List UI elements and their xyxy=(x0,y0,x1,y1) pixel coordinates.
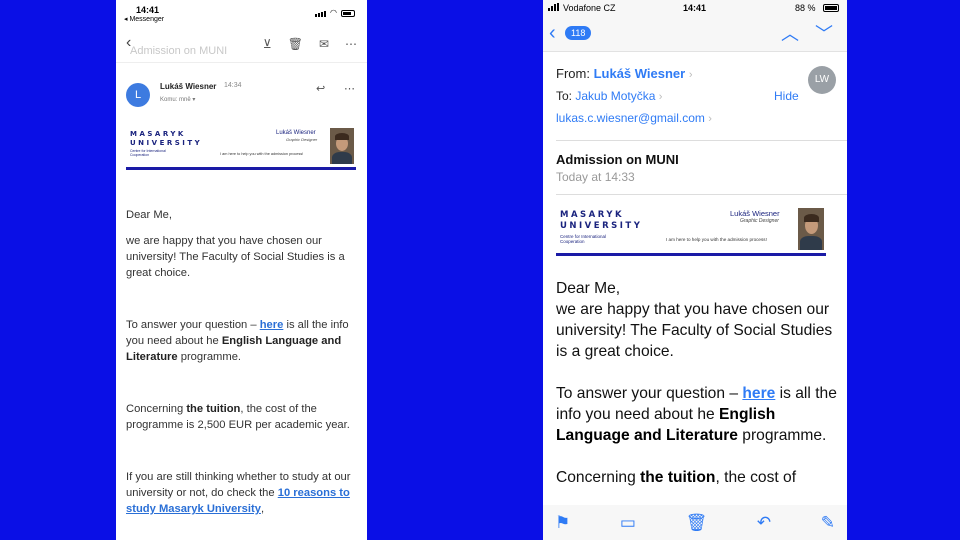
hide-button[interactable]: Hide xyxy=(774,89,799,103)
paragraph: Concerning the tuition, the cost of xyxy=(556,469,797,486)
back-to-app-link[interactable]: ◂ Messenger xyxy=(124,15,164,23)
avatar[interactable]: LW xyxy=(808,66,836,94)
logo-masaryk: MASARYK xyxy=(560,210,625,220)
email-row: lukas.c.wiesner@gmail.com › xyxy=(556,111,712,125)
chevron-right-icon: › xyxy=(658,91,663,103)
flag-icon[interactable]: ⚑ xyxy=(555,513,570,533)
sent-time: 14:34 xyxy=(224,82,242,89)
paragraph: Concerning the tuition, the cost of the … xyxy=(126,403,350,431)
chevron-right-icon: › xyxy=(708,113,712,125)
banner-tagline: I am here to help you with the admission… xyxy=(220,152,304,156)
greeting: Dear Me, xyxy=(126,209,173,221)
recipient-dropdown[interactable]: Komu: mně ▾ xyxy=(160,96,195,103)
mail-icon[interactable]: ✉ xyxy=(319,37,329,51)
logo-university: UNIVERSITY xyxy=(130,139,203,147)
trash-icon[interactable]: 🗑 xyxy=(288,37,303,51)
department-name: Centre for International Cooperation xyxy=(130,149,166,157)
folder-icon[interactable]: ▭ xyxy=(620,513,636,533)
battery-percent: 88 % xyxy=(795,3,816,13)
profile-photo xyxy=(330,128,354,164)
profile-photo xyxy=(798,208,824,250)
wifi-icon: ◠ xyxy=(330,8,337,17)
sender-name: Lukáš Wiesner xyxy=(160,82,217,91)
trash-icon[interactable]: 🗑 xyxy=(686,513,708,533)
to-name[interactable]: Jakub Motyčka xyxy=(575,89,655,103)
avatar[interactable]: L xyxy=(126,83,150,107)
nav-bar: ‹ 118 ︿ ﹀ xyxy=(543,16,847,52)
from-name[interactable]: Lukáš Wiesner xyxy=(594,66,686,81)
paragraph: If you are still thinking whether to stu… xyxy=(126,471,351,515)
logo-masaryk: MASARYK xyxy=(130,130,186,138)
battery-icon xyxy=(341,10,355,17)
compose-icon[interactable]: ✎ xyxy=(821,513,835,533)
banner-role: Graphic Designer xyxy=(740,218,779,224)
banner-tagline: I am here to help you with the admission… xyxy=(666,237,767,242)
banner-name: Lukáš Wiesner xyxy=(276,130,316,136)
greeting: Dear Me, xyxy=(556,280,621,297)
chevron-down-icon[interactable]: ﹀ xyxy=(815,20,833,46)
email-body: Dear Me, we are happy that you have chos… xyxy=(126,207,358,517)
to-row: To: Jakub Motyčka › xyxy=(556,89,663,103)
inbox-count-badge[interactable]: 118 xyxy=(565,26,592,40)
status-bar: Vodafone CZ 14:41 88 % xyxy=(543,0,847,16)
department-name: Centre for International Cooperation xyxy=(560,234,607,244)
here-link[interactable]: here xyxy=(260,319,284,331)
banner-bar xyxy=(556,253,826,256)
divider xyxy=(556,194,847,195)
paragraph: we are happy that you have chosen our un… xyxy=(126,235,345,279)
status-time: 14:41 xyxy=(136,5,160,15)
here-link[interactable]: here xyxy=(742,385,775,402)
status-time: 14:41 xyxy=(683,3,707,13)
email-date: Today at 14:33 xyxy=(556,170,635,184)
email-body: Dear Me, we are happy that you have chos… xyxy=(556,278,841,488)
chevron-up-icon[interactable]: ︿ xyxy=(781,20,799,46)
reply-icon[interactable]: ↶ xyxy=(757,513,771,533)
banner-name: Lukáš Wiesner xyxy=(730,209,780,218)
signal-icon xyxy=(315,11,327,17)
email-subject: Admission on MUNI xyxy=(556,152,679,167)
chevron-right-icon: › xyxy=(688,69,693,81)
battery-icon xyxy=(823,4,839,12)
signature-banner: MASARYK UNIVERSITY Centre for Internatio… xyxy=(126,126,356,170)
paragraph: To answer your question – here is all th… xyxy=(556,385,837,444)
divider xyxy=(116,62,367,63)
signature-banner: MASARYK UNIVERSITY Centre for Internatio… xyxy=(556,204,826,256)
from-row: From: Lukáš Wiesner › xyxy=(556,66,693,81)
sender-email[interactable]: lukas.c.wiesner@gmail.com xyxy=(556,111,705,125)
bottom-toolbar: ⚑ ▭ 🗑 ↶ ✎ xyxy=(543,505,847,540)
carrier-name: Vodafone CZ xyxy=(563,3,616,13)
banner-bar xyxy=(126,167,356,170)
signal-icon xyxy=(548,3,559,11)
banner-role: Graphic Designer xyxy=(286,137,318,142)
archive-icon[interactable]: ⊻ xyxy=(263,37,272,51)
more-icon[interactable]: ⋯ xyxy=(344,82,355,95)
gmail-screen: 14:41 ◂ Messenger ◠ ‹ ⊻ 🗑 ✉ ⋯ Admission … xyxy=(116,0,367,540)
divider xyxy=(556,140,847,141)
more-icon[interactable]: ⋯ xyxy=(345,37,357,51)
paragraph: we are happy that you have chosen our un… xyxy=(556,301,833,360)
logo-university: UNIVERSITY xyxy=(560,221,643,231)
ios-mail-screen: Vodafone CZ 14:41 88 % ‹ 118 ︿ ﹀ From: L… xyxy=(543,0,847,540)
status-indicators: ◠ xyxy=(315,8,355,17)
reply-icon[interactable]: ↩ xyxy=(316,82,325,95)
chevron-left-icon[interactable]: ‹ xyxy=(549,22,556,45)
paragraph: To answer your question – here is all th… xyxy=(126,319,349,363)
status-bar: 14:41 ◂ Messenger ◠ xyxy=(116,0,367,26)
email-subject: Admission on MUNI xyxy=(130,45,228,57)
